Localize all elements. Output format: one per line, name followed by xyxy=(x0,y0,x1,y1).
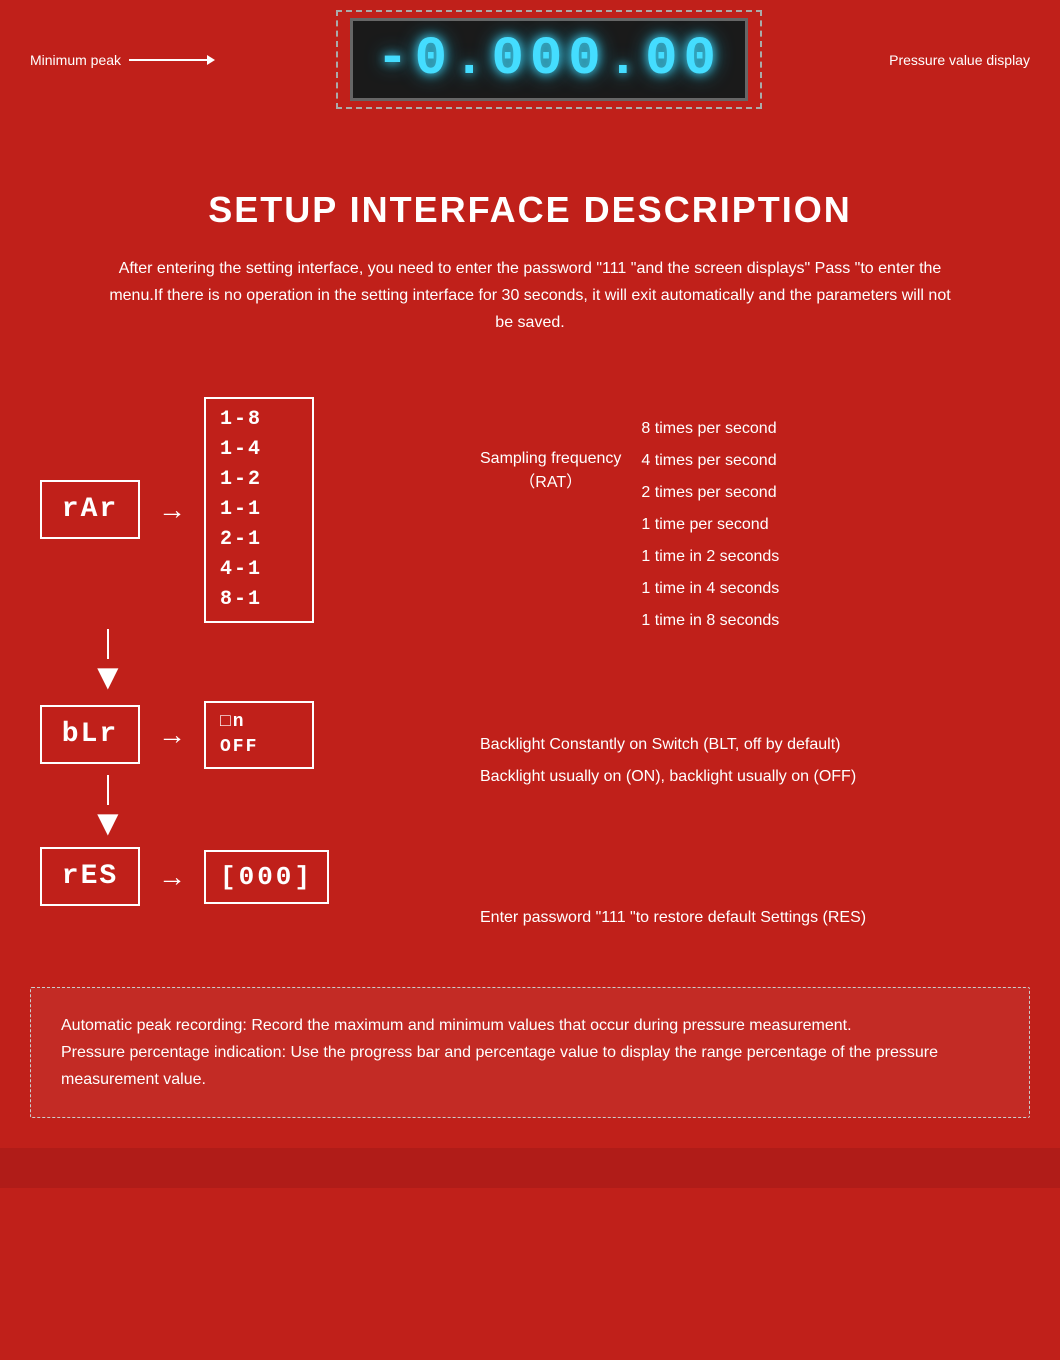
res-arrow: → xyxy=(158,861,186,893)
diagram-section: rAr → 1-8 1-4 1-2 1-1 2-1 4-1 8-1 ▼ bLr … xyxy=(0,357,1060,947)
blt-info-text-1: Backlight Constantly on Switch (BLT, off… xyxy=(480,733,1020,757)
res-info-text: Enter password "111 "to restore default … xyxy=(480,909,866,926)
display-value: -0.000.00 xyxy=(369,29,729,90)
arrow-down-1: ▼ xyxy=(90,629,126,695)
arrow-down-2: ▼ xyxy=(90,775,126,841)
rat-menu-item-3: 1-2 xyxy=(220,467,298,493)
rat-arrow: → xyxy=(158,494,186,526)
rat-menu-item-5: 2-1 xyxy=(220,527,298,553)
rat-row: rAr → 1-8 1-4 1-2 1-1 2-1 4-1 8-1 xyxy=(40,397,314,623)
rat-menu-box: 1-8 1-4 1-2 1-1 2-1 4-1 8-1 xyxy=(204,397,314,623)
note-section: Automatic peak recording: Record the max… xyxy=(30,987,1030,1119)
freq-item-5: 1 time in 2 seconds xyxy=(641,545,779,569)
rat-info: Sampling frequency （RAT） 8 times per sec… xyxy=(480,407,1020,633)
left-diagram: rAr → 1-8 1-4 1-2 1-1 2-1 4-1 8-1 ▼ bLr … xyxy=(40,397,460,927)
freq-list: 8 times per second 4 times per second 2 … xyxy=(641,417,779,633)
setup-title: SETUP INTERFACE DESCRIPTION xyxy=(60,189,1000,231)
blt-menu-box: □n OFF xyxy=(204,701,314,770)
blt-arrow: → xyxy=(158,719,186,751)
freq-item-3: 2 times per second xyxy=(641,481,779,505)
bottom-space xyxy=(0,1148,1060,1188)
rat-menu-item-1: 1-8 xyxy=(220,407,298,433)
rat-menu-item-2: 1-4 xyxy=(220,437,298,463)
rat-menu-item-6: 4-1 xyxy=(220,557,298,583)
note-text-1: Automatic peak recording: Record the max… xyxy=(61,1012,999,1039)
res-row: rES → [000] xyxy=(40,847,329,906)
arrow-stem-1 xyxy=(107,629,109,659)
rat-display-box: rAr xyxy=(40,480,140,539)
minimum-peak-text: Minimum peak xyxy=(30,52,121,68)
blt-info: Backlight Constantly on Switch (BLT, off… xyxy=(480,733,1020,789)
pressure-display-box: -0.000.00 xyxy=(336,10,762,109)
rat-menu-item-7: 8-1 xyxy=(220,587,298,613)
minimum-peak-label: Minimum peak xyxy=(30,52,209,68)
pressure-display: -0.000.00 xyxy=(350,18,748,101)
arrow-down-icon-2: ▼ xyxy=(90,805,126,841)
freq-item-4: 1 time per second xyxy=(641,513,779,537)
blt-row: bLr → □n OFF xyxy=(40,701,314,770)
blt-display-box: bLr xyxy=(40,705,140,764)
freq-item-7: 1 time in 8 seconds xyxy=(641,609,779,633)
arrow-line xyxy=(129,59,209,61)
arrow-stem-2 xyxy=(107,775,109,805)
res-value-box: [000] xyxy=(204,850,329,904)
pressure-value-display-label: Pressure value display xyxy=(889,52,1030,68)
res-label: rES xyxy=(62,861,118,892)
arrow-down-icon-1: ▼ xyxy=(90,659,126,695)
freq-item-2: 4 times per second xyxy=(641,449,779,473)
note-text-2: Pressure percentage indication: Use the … xyxy=(61,1039,999,1093)
setup-section: SETUP INTERFACE DESCRIPTION After enteri… xyxy=(0,129,1060,357)
blt-on-item: □n xyxy=(220,711,298,734)
res-info: Enter password "111 "to restore default … xyxy=(480,909,1020,927)
setup-description: After entering the setting interface, yo… xyxy=(100,255,960,337)
blt-info-text-2: Backlight usually on (ON), backlight usu… xyxy=(480,765,1020,789)
right-info: Sampling frequency （RAT） 8 times per sec… xyxy=(460,397,1020,927)
rat-menu-item-4: 1-1 xyxy=(220,497,298,523)
blt-off-item: OFF xyxy=(220,736,298,759)
sampling-label: Sampling frequency （RAT） xyxy=(480,447,621,495)
freq-item-1: 8 times per second xyxy=(641,417,779,441)
top-section: Minimum peak -0.000.00 Pressure value di… xyxy=(0,0,1060,129)
res-value: [000] xyxy=(220,862,313,892)
blt-label: bLr xyxy=(62,719,118,750)
freq-item-6: 1 time in 4 seconds xyxy=(641,577,779,601)
rat-label: rAr xyxy=(62,494,118,525)
res-display-box: rES xyxy=(40,847,140,906)
